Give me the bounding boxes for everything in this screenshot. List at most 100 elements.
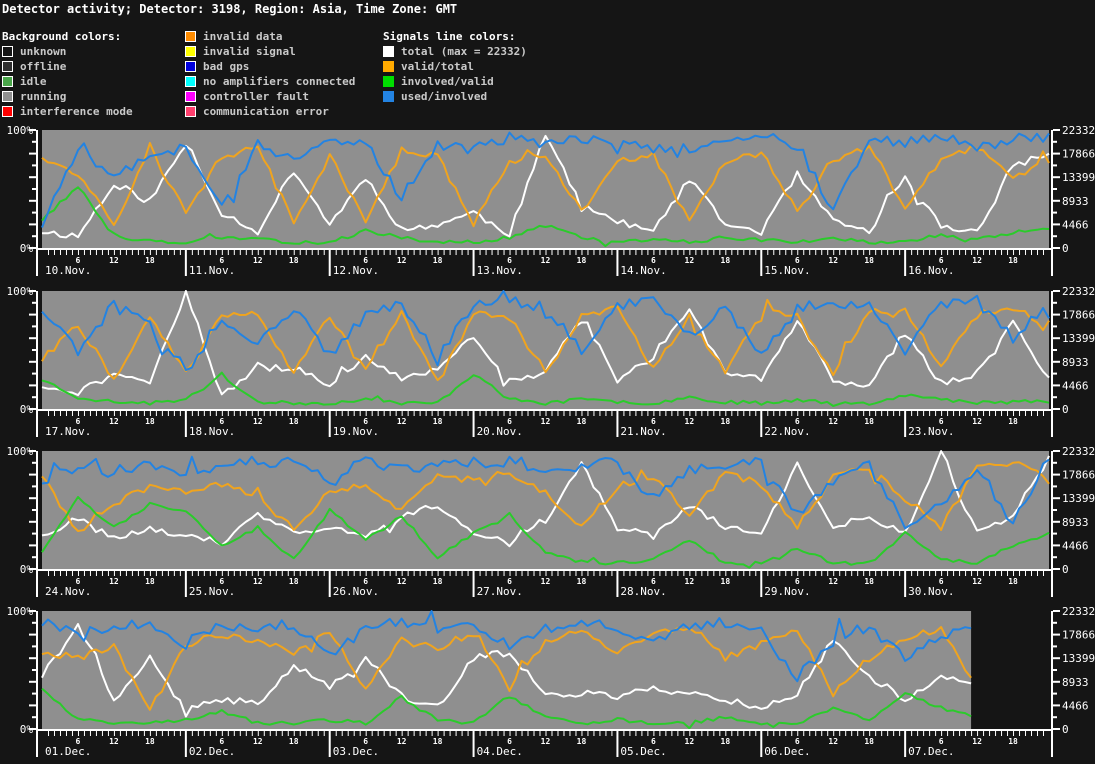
- hour-label: 12: [397, 737, 407, 746]
- hour-tick: [479, 250, 481, 255]
- hour-label: 18: [145, 737, 155, 746]
- left-axis-tick: [29, 657, 36, 660]
- hour-tick: [65, 250, 67, 255]
- hour-tick: [839, 571, 841, 576]
- hour-tick: [533, 571, 535, 576]
- left-axis-tick: [29, 544, 36, 547]
- right-axis-tick: [1053, 633, 1060, 636]
- hour-tick: [179, 411, 181, 416]
- hour-tick: [929, 731, 931, 736]
- hour-tick: [767, 250, 769, 255]
- hour-label: 12: [541, 256, 551, 265]
- hour-tick: [221, 411, 223, 416]
- hour-tick: [83, 250, 85, 255]
- hour-tick: [785, 731, 787, 736]
- hour-label: 12: [685, 417, 695, 426]
- hour-tick: [707, 571, 709, 576]
- hour-tick: [983, 250, 985, 255]
- hour-tick: [263, 571, 265, 576]
- hour-tick: [503, 571, 505, 576]
- hour-tick: [311, 250, 313, 255]
- hour-tick: [383, 571, 385, 576]
- right-axis-label: 4466: [1062, 379, 1089, 392]
- hour-tick: [671, 731, 673, 736]
- hour-tick: [377, 411, 379, 416]
- hour-tick: [65, 731, 67, 736]
- day-separator: [616, 409, 619, 437]
- hour-tick: [383, 731, 385, 736]
- date-label: 01.Dec.: [45, 745, 91, 758]
- hour-tick: [275, 250, 277, 255]
- right-axis-tick: [1053, 680, 1060, 683]
- hour-tick: [887, 731, 889, 736]
- hour-tick: [515, 731, 517, 736]
- date-label: 21.Nov.: [620, 425, 666, 438]
- hour-tick: [917, 411, 919, 416]
- hour-tick: [347, 411, 349, 416]
- hour-tick: [737, 571, 739, 576]
- hour-tick: [647, 731, 649, 736]
- right-axis-tick: [1053, 645, 1057, 648]
- hour-tick: [929, 571, 931, 576]
- hour-tick: [401, 250, 403, 255]
- hour-tick: [491, 411, 493, 416]
- hour-tick: [1013, 571, 1015, 576]
- date-label: 10.Nov.: [45, 264, 91, 277]
- hour-tick: [587, 411, 589, 416]
- left-axis-tick: [29, 633, 36, 636]
- left-axis-tick: [32, 140, 36, 143]
- hour-tick: [881, 411, 883, 416]
- hour-tick: [641, 731, 643, 736]
- hour-tick: [887, 250, 889, 255]
- hour-tick: [797, 731, 799, 736]
- hour-tick: [665, 250, 667, 255]
- hour-tick: [839, 731, 841, 736]
- hour-tick: [53, 571, 55, 576]
- hour-tick: [263, 731, 265, 736]
- hour-tick: [629, 571, 631, 576]
- hour-label: 12: [541, 737, 551, 746]
- hour-tick: [707, 250, 709, 255]
- date-label: 24.Nov.: [45, 585, 91, 598]
- hour-tick: [359, 250, 361, 255]
- day-separator: [760, 569, 763, 597]
- hour-tick: [497, 731, 499, 736]
- hour-tick: [521, 731, 523, 736]
- hour-tick: [413, 250, 415, 255]
- hour-tick: [449, 731, 451, 736]
- hour-label: 18: [864, 737, 874, 746]
- hour-tick: [863, 250, 865, 255]
- hour-tick: [203, 250, 205, 255]
- hour-tick: [653, 250, 655, 255]
- hour-tick: [1019, 250, 1021, 255]
- hour-label: 12: [685, 577, 695, 586]
- hour-label: 18: [289, 577, 299, 586]
- hour-tick: [839, 250, 841, 255]
- hour-tick: [851, 571, 853, 576]
- right-axis-tick: [1053, 313, 1060, 316]
- left-axis-tick: [32, 669, 36, 671]
- hour-tick: [551, 731, 553, 736]
- hour-label: 18: [1008, 256, 1018, 265]
- hour-label: 12: [685, 256, 695, 265]
- hour-tick: [809, 731, 811, 736]
- hour-label: 12: [109, 256, 119, 265]
- hour-tick: [137, 411, 139, 416]
- hour-tick: [431, 411, 433, 416]
- hour-tick: [827, 411, 829, 416]
- right-axis-tick: [1053, 716, 1057, 719]
- hour-tick: [557, 250, 559, 255]
- hour-tick: [959, 731, 961, 736]
- hour-tick: [71, 250, 73, 255]
- date-label: 04.Dec.: [477, 745, 523, 758]
- hour-tick: [995, 731, 997, 736]
- right-axis-label: 8933: [1062, 516, 1089, 529]
- hour-label: 18: [721, 737, 731, 746]
- hour-tick: [557, 411, 559, 416]
- hour-tick: [1043, 250, 1045, 255]
- date-label: 19.Nov.: [333, 425, 379, 438]
- hour-tick: [605, 250, 607, 255]
- hour-tick: [239, 250, 241, 255]
- hour-tick: [689, 411, 691, 416]
- hour-tick: [47, 571, 49, 576]
